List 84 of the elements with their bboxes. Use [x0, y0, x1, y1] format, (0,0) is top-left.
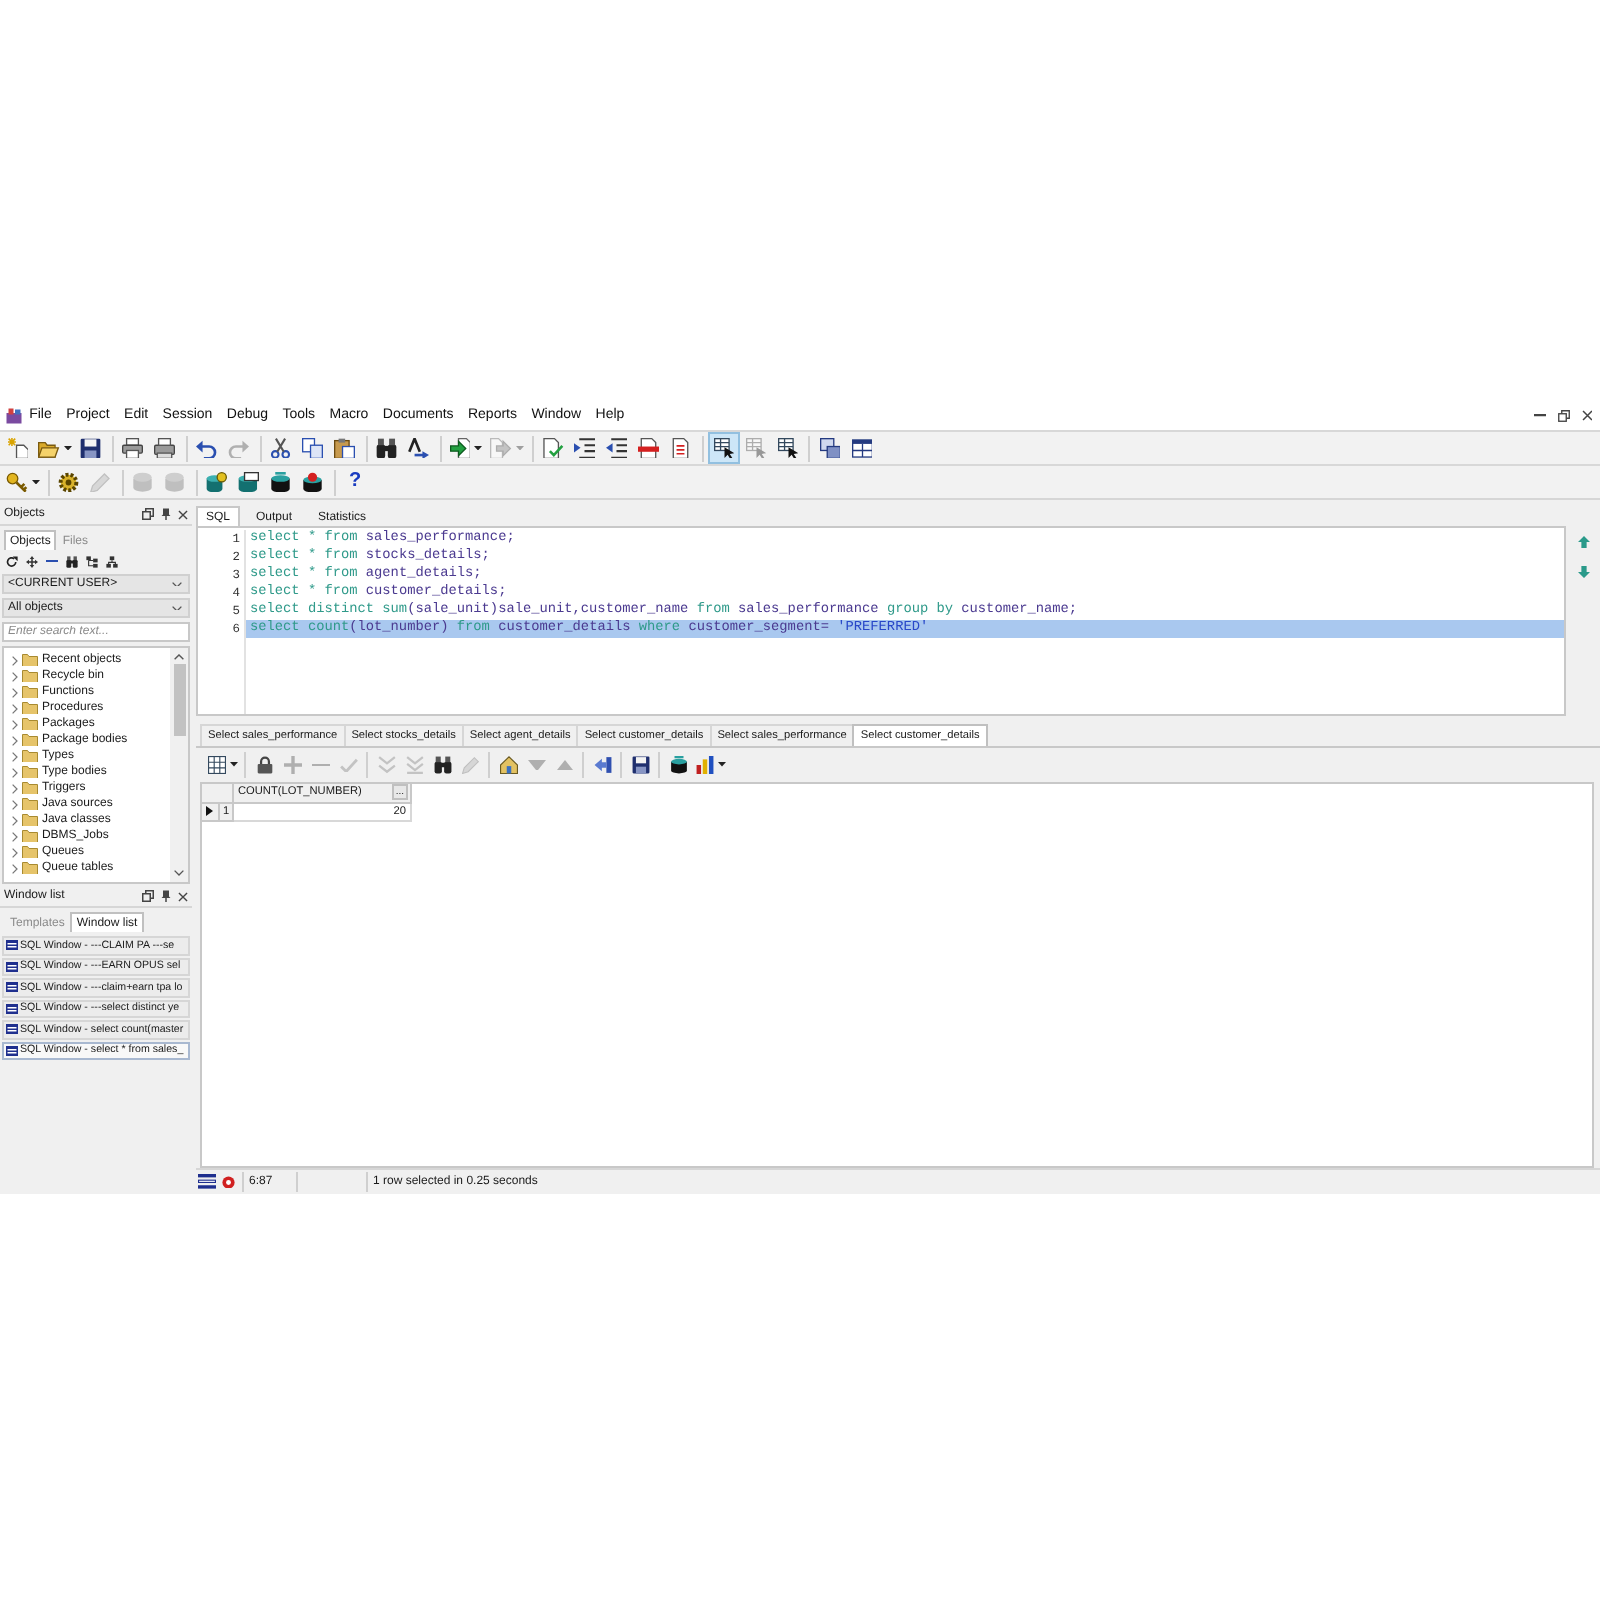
table-cursor-icon[interactable]	[777, 437, 799, 459]
binoculars-icon[interactable]	[66, 555, 78, 567]
refresh-icon[interactable]	[6, 555, 18, 567]
window-icon	[6, 1024, 18, 1035]
window-icon	[6, 1003, 18, 1014]
tile-windows-icon[interactable]	[851, 437, 873, 459]
export-arrow-icon[interactable]	[593, 756, 611, 774]
scrollbar[interactable]	[170, 648, 188, 882]
restore-icon[interactable]	[1557, 410, 1569, 422]
minus-icon[interactable]	[46, 559, 58, 563]
printer-icon[interactable]	[154, 437, 176, 459]
printer-icon[interactable]	[122, 437, 144, 459]
binoculars-icon[interactable]	[433, 756, 451, 774]
chevron-right-icon[interactable]	[12, 703, 18, 713]
chevron-right-icon[interactable]	[12, 847, 18, 857]
database-icon[interactable]	[238, 471, 260, 493]
scrollbar-thumb[interactable]	[173, 663, 185, 736]
caret-icon[interactable]	[31, 479, 39, 485]
chevron-right-icon[interactable]	[12, 671, 18, 681]
clipboard-icon[interactable]	[334, 437, 356, 459]
chevron-right-icon[interactable]	[12, 751, 18, 761]
toggle-button[interactable]	[707, 432, 740, 464]
run-arrow-icon[interactable]	[449, 437, 470, 459]
caret-icon[interactable]	[229, 762, 237, 768]
record-icon	[222, 1175, 235, 1189]
binoculars-icon[interactable]	[376, 437, 398, 459]
chevron-right-icon[interactable]	[12, 687, 18, 697]
table-icon[interactable]	[207, 756, 225, 774]
chevron-down-icon[interactable]	[172, 581, 182, 587]
chevron-right-icon[interactable]	[12, 863, 18, 873]
scissors-icon[interactable]	[270, 437, 292, 459]
chevron-right-icon[interactable]	[12, 831, 18, 841]
chevron-right-icon[interactable]	[12, 767, 18, 777]
folder-icon[interactable]	[38, 437, 59, 459]
document-icon[interactable]	[670, 437, 692, 459]
window-icon	[6, 940, 18, 951]
chevron-right-icon[interactable]	[12, 815, 18, 825]
hierarchy-icon[interactable]	[86, 555, 98, 567]
caret-icon[interactable]	[717, 762, 725, 768]
replace-icon[interactable]	[408, 437, 430, 459]
undo-icon[interactable]	[196, 437, 218, 459]
caret-icon[interactable]	[474, 445, 482, 451]
pin-icon[interactable]	[160, 890, 172, 902]
close-icon[interactable]	[178, 891, 188, 901]
chevron-down-icon[interactable]	[172, 605, 182, 611]
outdent-icon[interactable]	[606, 437, 628, 459]
chevron-right-icon[interactable]	[12, 783, 18, 793]
help-button[interactable]: ?	[343, 470, 368, 494]
window-icon	[6, 961, 18, 972]
bar-chart-icon[interactable]	[695, 756, 713, 774]
copy-icon[interactable]	[302, 437, 324, 459]
arrow-up-icon[interactable]	[1577, 536, 1589, 548]
window-icon	[6, 1045, 18, 1056]
database-icon[interactable]	[669, 756, 687, 774]
cascade-windows-icon[interactable]	[819, 437, 841, 459]
chevron-right-icon[interactable]	[12, 799, 18, 809]
indent-icon[interactable]	[574, 437, 596, 459]
stacked-lines-icon	[198, 1174, 216, 1190]
app-logo-icon	[6, 408, 22, 424]
chevron-down-icon[interactable]	[174, 870, 184, 876]
four-way-arrow-icon[interactable]	[26, 555, 38, 567]
gear-icon[interactable]	[58, 471, 80, 493]
chevron-right-icon[interactable]	[12, 655, 18, 665]
chevron-up-icon[interactable]	[174, 654, 184, 660]
minimize-icon[interactable]	[1533, 414, 1545, 418]
document-minus-icon[interactable]	[638, 437, 660, 459]
window-icon	[6, 982, 18, 993]
pin-icon[interactable]	[160, 508, 172, 520]
float-icon[interactable]	[142, 508, 154, 520]
hierarchy-icon[interactable]	[106, 555, 118, 567]
close-icon[interactable]	[1581, 410, 1592, 422]
document-check-icon[interactable]	[542, 437, 564, 459]
chevron-right-icon[interactable]	[12, 719, 18, 729]
padlock-icon[interactable]	[255, 756, 273, 774]
house-icon[interactable]	[499, 756, 517, 774]
database-icon[interactable]	[302, 471, 324, 493]
close-icon[interactable]	[178, 509, 188, 519]
key-icon[interactable]	[6, 471, 27, 493]
chevron-right-icon[interactable]	[12, 735, 18, 745]
new-document-icon[interactable]	[7, 437, 29, 459]
float-icon[interactable]	[142, 890, 154, 902]
caret-icon[interactable]	[63, 445, 71, 451]
arrow-down-icon[interactable]	[1577, 566, 1589, 578]
database-icon[interactable]	[270, 471, 292, 493]
